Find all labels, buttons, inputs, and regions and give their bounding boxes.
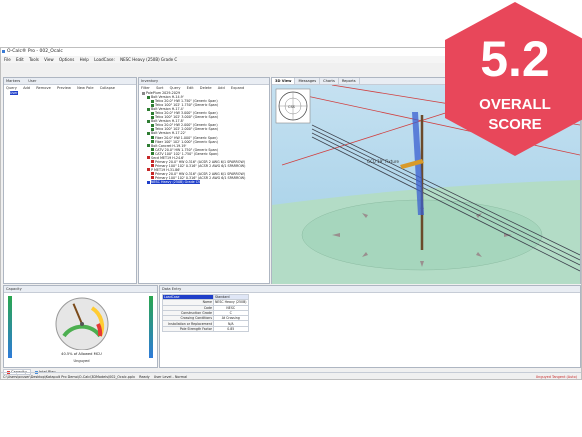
inventory-item-label: NESC Heavy (250B) Grade CV	[151, 180, 201, 185]
row-value[interactable]: 0.85	[213, 325, 249, 333]
badge-score: 5.2	[480, 31, 550, 87]
inventory-panel: Inventory Filter Sort Query Edit Delete …	[138, 77, 270, 284]
node-icon	[151, 164, 154, 168]
capacity-panel: Capacity 40.5% of Allowed MCU Unguyed	[3, 285, 158, 368]
row-label: Installation or Replacement	[162, 320, 214, 327]
node-icon	[147, 156, 150, 160]
markers-item-user[interactable]: User	[10, 91, 136, 95]
table-row: Pole Strength Factor 0.85	[162, 325, 249, 333]
filter-button[interactable]: Filter	[141, 86, 150, 90]
markers-item-user-label: User	[10, 91, 18, 95]
markers-panel: Markers User Query Add Remove Preview Ne…	[3, 77, 137, 284]
node-icon	[151, 152, 154, 156]
row-label: Pole Strength Factor	[162, 325, 214, 333]
loadcase-label: LoadCase:	[94, 57, 115, 62]
menu-help[interactable]: Help	[80, 56, 89, 63]
status-user-level: User Level - Normal	[153, 375, 188, 379]
add-button[interactable]: Add	[218, 86, 225, 90]
query-button[interactable]: Query	[170, 86, 181, 90]
delete-button[interactable]: Delete	[200, 86, 212, 90]
capacity-title: Capacity	[4, 286, 157, 293]
node-icon	[151, 172, 154, 176]
tab-reports[interactable]: Reports	[339, 78, 360, 84]
tab-charts[interactable]: Charts	[320, 78, 339, 84]
markers-toolbar: Query Add Remove Preview New Pole Collap…	[4, 85, 136, 91]
status-ready: Ready	[139, 375, 150, 379]
window-title: O-Calc® Pro - 002_Ocalc	[7, 49, 63, 54]
markers-newpole-button[interactable]: New Pole	[77, 86, 93, 90]
node-icon	[151, 140, 154, 144]
node-icon	[147, 119, 150, 123]
markers-query-button[interactable]: Query	[6, 86, 17, 90]
node-icon	[151, 176, 154, 180]
compass-label: CSS	[288, 105, 296, 109]
node-icon	[147, 107, 150, 111]
inventory-item[interactable]: NESC Heavy (250B) Grade CV	[142, 180, 269, 185]
badge-line1: OVERALL	[479, 96, 551, 113]
node-icon	[151, 99, 154, 103]
menu-file[interactable]: File	[4, 56, 11, 63]
data-entry-title: Data Entry	[160, 286, 580, 293]
menu-options[interactable]: Options	[59, 56, 74, 63]
markers-preview-button[interactable]: Preview	[57, 86, 71, 90]
capacity-bar-right	[149, 296, 153, 358]
node-icon	[147, 168, 150, 172]
node-icon	[142, 91, 145, 95]
capacity-status: Unguyed	[73, 359, 90, 363]
node-icon	[147, 95, 150, 99]
inventory-tree: PolePlum 2029-2029 Bolt Version H-14.9' Te…	[139, 91, 269, 185]
capacity-bar-left	[8, 296, 12, 358]
node-icon	[147, 144, 150, 148]
node-icon	[151, 160, 154, 164]
tab-3d-view[interactable]: 3D View	[272, 78, 296, 84]
capacity-label: 40.5% of Allowed MCU	[61, 352, 102, 356]
node-icon	[151, 115, 154, 119]
sort-button[interactable]: Sort	[156, 86, 163, 90]
tab-messages[interactable]: Messages	[295, 78, 321, 84]
markers-title: Markers	[6, 79, 21, 83]
expand-button[interactable]: Expand	[231, 86, 244, 90]
data-entry-panel: Data Entry LoadCase Standard Name NESC He…	[159, 285, 581, 368]
edit-button[interactable]: Edit	[187, 86, 194, 90]
node-icon	[147, 180, 150, 184]
status-path: C:\Users\ocuser\Desktop\Katapult Pro Dem…	[3, 375, 136, 379]
loadcase-table: LoadCase Standard Name NESC Heavy (250B) …	[162, 293, 249, 333]
markers-collapse-button[interactable]: Collapse	[100, 86, 115, 90]
app-icon	[2, 49, 5, 53]
status-bar: C:\Users\ocuser\Desktop\Katapult Pro Dem…	[1, 372, 581, 381]
node-icon	[147, 131, 150, 135]
menu-tools[interactable]: Tools	[29, 56, 39, 63]
fixture-label: GCU 19" Fixture	[367, 159, 399, 164]
markers-remove-button[interactable]: Remove	[36, 86, 51, 90]
score-badge: 5.2 OVERALL SCORE	[445, 2, 582, 156]
node-icon	[151, 111, 154, 115]
menu-edit[interactable]: Edit	[16, 56, 24, 63]
markers-header: Markers User	[4, 78, 136, 85]
row-value[interactable]: NESC Heavy (250B)	[213, 299, 249, 306]
status-right: Unguyed Tangent (Auto)	[535, 375, 577, 379]
menu-view[interactable]: View	[44, 56, 54, 63]
node-icon	[151, 148, 154, 152]
compass-widget[interactable]: CSS	[275, 88, 311, 124]
node-icon	[151, 123, 154, 127]
badge-line2: SCORE	[488, 116, 541, 133]
markers-col2: User	[28, 79, 37, 83]
inventory-header: Inventory	[139, 78, 269, 85]
markers-add-button[interactable]: Add	[23, 86, 30, 90]
capacity-gauge	[55, 297, 109, 350]
node-icon	[151, 127, 154, 131]
node-icon	[151, 136, 154, 140]
node-icon	[151, 103, 154, 107]
loadcase-select[interactable]: NESC Heavy (250B) Grade C	[120, 56, 177, 63]
